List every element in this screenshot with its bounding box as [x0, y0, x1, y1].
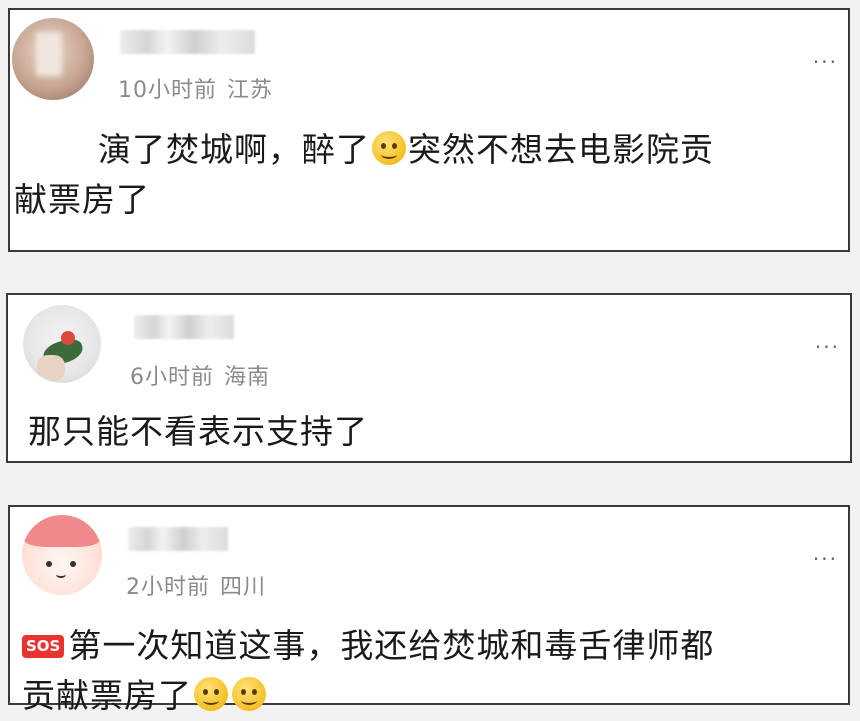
- comment-time: 2小时前: [126, 575, 210, 600]
- comment-text: 那只能不看表示支持了: [28, 412, 368, 451]
- comment-meta: 2小时前 四川: [126, 569, 266, 601]
- comment-card: 2小时前 四川 ··· SOS 第一次知道这事，我还给焚城和毒舌律师都 贡献票房了: [8, 505, 850, 715]
- comment-text-line2: 献票房了: [14, 180, 150, 219]
- comment-location: 江苏: [227, 78, 274, 103]
- more-options-icon[interactable]: ···: [813, 549, 838, 569]
- sos-icon: SOS: [22, 635, 65, 658]
- emoji-icon: [232, 677, 266, 711]
- comment-card: 10小时前 江苏 ··· 演了焚城啊，醉了 突然不想去电影院贡 献票房了: [8, 8, 850, 252]
- username-blurred[interactable]: [128, 527, 228, 551]
- avatar[interactable]: [22, 515, 102, 595]
- comment-meta: 10小时前 江苏: [118, 72, 273, 104]
- comment-text-line2: 贡献票房了: [22, 671, 268, 721]
- comment-meta: 6小时前 海南: [130, 359, 270, 391]
- comment-text-part: 贡献票房了: [22, 676, 192, 715]
- comment-card: 6小时前 海南 ··· 那只能不看表示支持了: [6, 293, 852, 463]
- emoji-icon: [194, 677, 228, 711]
- comment-text-part: 第一次知道这事，我还给焚城和毒舌律师都: [68, 626, 715, 665]
- more-options-icon[interactable]: ···: [815, 337, 840, 357]
- avatar[interactable]: [12, 18, 94, 100]
- comment-location: 四川: [220, 575, 267, 600]
- comment-text: SOS 第一次知道这事，我还给焚城和毒舌律师都: [22, 621, 842, 671]
- more-options-icon[interactable]: ···: [813, 52, 838, 72]
- comment-text-part: 演了焚城啊，醉了: [98, 130, 370, 169]
- comment-time: 6小时前: [130, 365, 214, 390]
- avatar[interactable]: [23, 305, 101, 383]
- comment-text-part: 突然不想去电影院贡: [408, 130, 714, 169]
- woozy-face-icon: [372, 131, 406, 165]
- comment-location: 海南: [224, 365, 271, 390]
- comment-text: 演了焚城啊，醉了 突然不想去电影院贡: [98, 125, 838, 175]
- username-blurred[interactable]: [120, 30, 255, 54]
- comment-time: 10小时前: [118, 78, 217, 103]
- username-blurred[interactable]: [134, 315, 234, 339]
